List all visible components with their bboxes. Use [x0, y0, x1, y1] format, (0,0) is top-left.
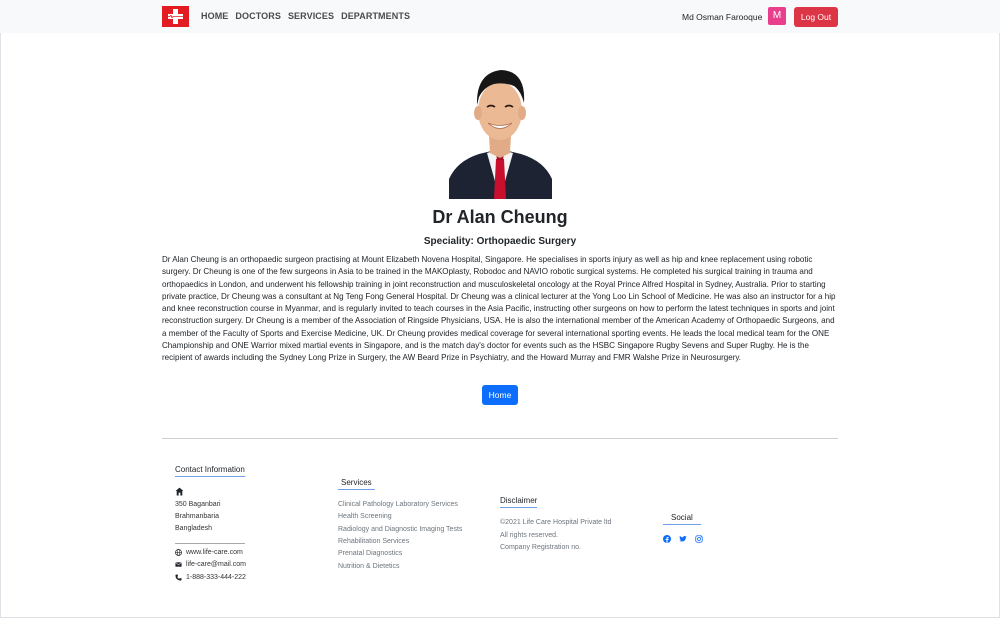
avatar[interactable]: M [768, 7, 786, 25]
instagram-icon[interactable] [695, 535, 703, 543]
doctor-name: Dr Alan Cheung [432, 207, 568, 227]
nav-home[interactable]: HOME [201, 11, 228, 21]
social-heading: Social [663, 513, 701, 525]
contact-website[interactable]: www.life-care.com [175, 549, 243, 556]
section-divider [162, 438, 838, 439]
disclaimer-line-3: Company Registration no. [500, 544, 581, 551]
phone-text: 1-888-333-444-222 [186, 574, 246, 581]
hospital-logo[interactable] [162, 6, 189, 27]
user-name: Md Osman Farooque [682, 12, 763, 22]
facebook-icon[interactable] [663, 535, 671, 543]
home-button[interactable]: Home [482, 385, 518, 405]
nav-links: HOME DOCTORS SERVICES DEPARTMENTS [201, 11, 410, 21]
address-line-2: Brahmanbaria [175, 513, 219, 520]
envelope-icon [175, 562, 182, 567]
nav-services[interactable]: SERVICES [288, 11, 334, 21]
heartbeat-icon [162, 15, 189, 18]
service-item-4[interactable]: Rehabilitation Services [338, 536, 409, 548]
website-text: www.life-care.com [186, 549, 243, 556]
doctor-bio: Dr Alan Cheung is an orthopaedic surgeon… [162, 255, 836, 363]
logout-button[interactable]: Log Out [794, 7, 838, 27]
nav-departments[interactable]: DEPARTMENTS [341, 11, 410, 21]
contact-email[interactable]: life-care@mail.com [175, 561, 246, 568]
service-item-1[interactable]: Clinical Pathology Laboratory Services [338, 499, 458, 511]
address-line-1: 350 Baganbari [175, 501, 221, 508]
email-text: life-care@mail.com [186, 561, 247, 568]
contact-heading: Contact Information [175, 465, 245, 477]
navbar: HOME DOCTORS SERVICES DEPARTMENTS Md Osm… [0, 0, 1000, 33]
service-item-2[interactable]: Health Screening [338, 511, 392, 523]
contact-divider [175, 543, 245, 544]
twitter-icon[interactable] [679, 535, 687, 543]
service-item-3[interactable]: Radiology and Diagnostic Imaging Tests [338, 524, 462, 536]
service-item-5[interactable]: Prenatal Diagnostics [338, 548, 402, 560]
social-icons [663, 535, 703, 543]
nav-doctors[interactable]: DOCTORS [235, 11, 281, 21]
disclaimer-line-2: All rights reserved. [500, 532, 558, 539]
contact-phone[interactable]: 1-888-333-444-222 [175, 574, 246, 581]
service-item-6[interactable]: Nutrition & Dietetics [338, 561, 399, 573]
globe-icon [175, 549, 182, 556]
home-icon [175, 487, 184, 496]
disclaimer-line-1: ©2021 Life Care Hospital Private ltd [500, 519, 612, 526]
doctor-speciality: Speciality: Orthopaedic Surgery [423, 236, 577, 247]
phone-icon [175, 574, 182, 581]
doctor-photo [449, 61, 552, 199]
disclaimer-heading: Disclaimer [500, 496, 538, 508]
address-line-3: Bangladesh [175, 525, 212, 532]
services-heading: Services [338, 478, 375, 490]
